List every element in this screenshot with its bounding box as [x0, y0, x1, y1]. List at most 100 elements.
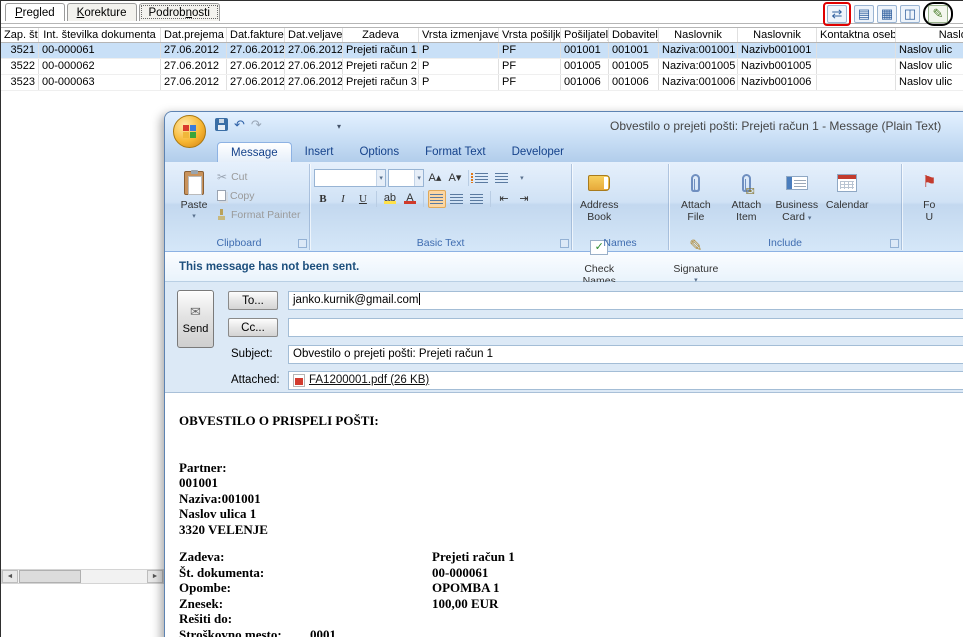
grow-font-button[interactable]: A▴	[426, 169, 444, 187]
subject-value: Obvestilo o prejeti pošti: Prejeti račun…	[293, 348, 494, 360]
paste-button[interactable]: Paste ▾	[173, 167, 215, 231]
align-left-button[interactable]	[427, 189, 446, 208]
cc-button[interactable]: Cc...	[228, 318, 278, 337]
cut-label: Cut	[231, 170, 248, 183]
to-button[interactable]: To...	[228, 291, 278, 310]
scroll-left-icon[interactable]: ◄	[2, 570, 18, 583]
attach-item-label-2: Item	[736, 211, 757, 223]
export-table-icon[interactable]: ▤	[854, 5, 874, 23]
dialog-launcher-icon[interactable]	[560, 239, 570, 248]
col-header[interactable]: Naslov	[896, 28, 963, 42]
subject-field[interactable]: Obvestilo o prejeti pošti: Prejeti račun…	[288, 345, 963, 364]
tab-format-text[interactable]: Format Text	[412, 142, 499, 162]
cell: 001006	[561, 75, 609, 90]
dialog-launcher-icon[interactable]	[297, 239, 307, 248]
col-header[interactable]: Int. številka dokumenta	[39, 28, 161, 42]
tab-pregled[interactable]: Pregled	[5, 3, 65, 21]
cut-button[interactable]: ✂ Cut	[215, 167, 300, 186]
format-painter-button[interactable]: Format Painter	[215, 205, 300, 224]
redo-icon[interactable]: ↷	[251, 118, 262, 131]
send-mail-icon[interactable]: ⇄	[827, 5, 847, 23]
col-header[interactable]: Pošiljatelj	[561, 28, 609, 42]
font-size-combo[interactable]: ▾	[387, 168, 424, 187]
italic-button[interactable]: I	[334, 190, 352, 208]
quick-access-toolbar: ↶ ↷	[215, 118, 262, 131]
copy-icon	[217, 190, 226, 201]
bold-button[interactable]: B	[314, 190, 332, 208]
col-header[interactable]: Naslovnik	[659, 28, 738, 42]
tab-message[interactable]: Message	[217, 142, 292, 162]
highlight-color-button[interactable]: ab	[381, 190, 399, 208]
copy-button[interactable]: Copy	[215, 186, 300, 205]
attachment-chip[interactable]: FA1200001.pdf (26 KB)	[293, 372, 429, 389]
export-window-icon[interactable]: ◫	[900, 5, 920, 23]
window-top: ↶ ↷ ▾ Obvestilo o prejeti pošti: Prejeti…	[165, 112, 963, 162]
cc-field[interactable]	[288, 318, 963, 337]
address-book-button[interactable]: Address Book	[576, 167, 622, 231]
calendar-button[interactable]: Calendar	[824, 167, 870, 231]
calendar-icon	[837, 174, 858, 192]
message-header-form: ✉ Send To... janko.kurnik@gmail.com Cc..…	[165, 282, 963, 392]
col-header[interactable]: Dat.fakture	[227, 28, 285, 42]
horizontal-scrollbar[interactable]: ◄ ►	[1, 569, 164, 584]
list-dropdown-button[interactable]: ▾	[513, 169, 531, 187]
col-header[interactable]: Kontaktna oseba	[817, 28, 896, 42]
tab-options[interactable]: Options	[346, 142, 412, 162]
highlight-black-oval: ✎	[923, 2, 953, 26]
tab-korekture[interactable]: Korekture	[66, 3, 137, 21]
business-card-button[interactable]: Business Card ▾	[774, 167, 820, 231]
scroll-right-icon[interactable]: ►	[147, 570, 163, 583]
align-right-button[interactable]	[468, 190, 486, 208]
detail-label: Stroškovno mesto:	[179, 626, 282, 637]
attached-field[interactable]: FA1200001.pdf (26 KB)	[288, 371, 963, 390]
qat-dropdown-icon[interactable]: ▾	[337, 122, 341, 131]
col-header[interactable]: Vrsta pošiljke	[499, 28, 561, 42]
dialog-launcher-icon[interactable]	[890, 239, 900, 248]
underline-button[interactable]: U	[354, 190, 372, 208]
business-card-label-1: Business	[775, 199, 819, 211]
bullets-button[interactable]	[471, 169, 491, 187]
edit-attachment-icon[interactable]: ✎	[928, 5, 948, 23]
export-grid-icon[interactable]: ▦	[877, 5, 897, 23]
cell: 3522	[1, 59, 39, 74]
attach-item-button[interactable]: ✉ Attach Item	[723, 167, 769, 231]
body-line: 001001	[179, 475, 218, 490]
font-color-button[interactable]: A	[401, 190, 419, 208]
office-button[interactable]	[173, 115, 206, 148]
cell	[817, 75, 896, 90]
business-card-icon	[785, 176, 808, 190]
message-body[interactable]: OBVESTILO O PRISPELI POŠTI: Partner: 001…	[165, 392, 963, 637]
cell: Naslov ulic	[896, 43, 963, 58]
col-header[interactable]: Dat.veljave	[285, 28, 343, 42]
font-name-combo[interactable]: ▾	[313, 168, 386, 187]
save-icon[interactable]	[215, 118, 228, 131]
col-header[interactable]: Zadeva	[343, 28, 419, 42]
increase-indent-button[interactable]: ⇥	[515, 190, 533, 208]
align-center-button[interactable]	[448, 190, 466, 208]
cell: 001006	[609, 75, 659, 90]
col-header[interactable]: Naslovnik	[738, 28, 817, 42]
col-header[interactable]: Zap. št.	[1, 28, 39, 42]
tab-podrobnosti[interactable]: Podrobnosti	[138, 3, 220, 21]
numbering-button[interactable]	[493, 169, 511, 187]
table-row[interactable]: 3523 00-000063 27.06.2012 27.06.2012 27.…	[1, 75, 963, 91]
decrease-indent-button[interactable]: ⇤	[495, 190, 513, 208]
tab-developer[interactable]: Developer	[499, 142, 577, 162]
follow-up-button[interactable]: ⚑ Fo U	[906, 167, 952, 231]
detail-value: 00-000061	[432, 564, 489, 580]
col-header[interactable]: Dobavitelj	[609, 28, 659, 42]
cell: PF	[499, 75, 561, 90]
col-header[interactable]: Vrsta izmenjave	[419, 28, 499, 42]
cell: 00-000063	[39, 75, 161, 90]
attach-file-button[interactable]: Attach File	[673, 167, 719, 231]
table-row[interactable]: 3522 00-000062 27.06.2012 27.06.2012 27.…	[1, 59, 963, 75]
tab-pregled-label: Pregled	[15, 7, 55, 19]
to-field[interactable]: janko.kurnik@gmail.com	[288, 291, 963, 310]
scrollbar-thumb[interactable]	[19, 570, 81, 583]
shrink-font-button[interactable]: A▾	[446, 169, 464, 187]
undo-icon[interactable]: ↶	[234, 118, 245, 131]
cell: 27.06.2012	[227, 43, 285, 58]
table-row[interactable]: 3521 00-000061 27.06.2012 27.06.2012 27.…	[1, 43, 963, 59]
col-header[interactable]: Dat.prejema	[161, 28, 227, 42]
tab-insert[interactable]: Insert	[292, 142, 347, 162]
